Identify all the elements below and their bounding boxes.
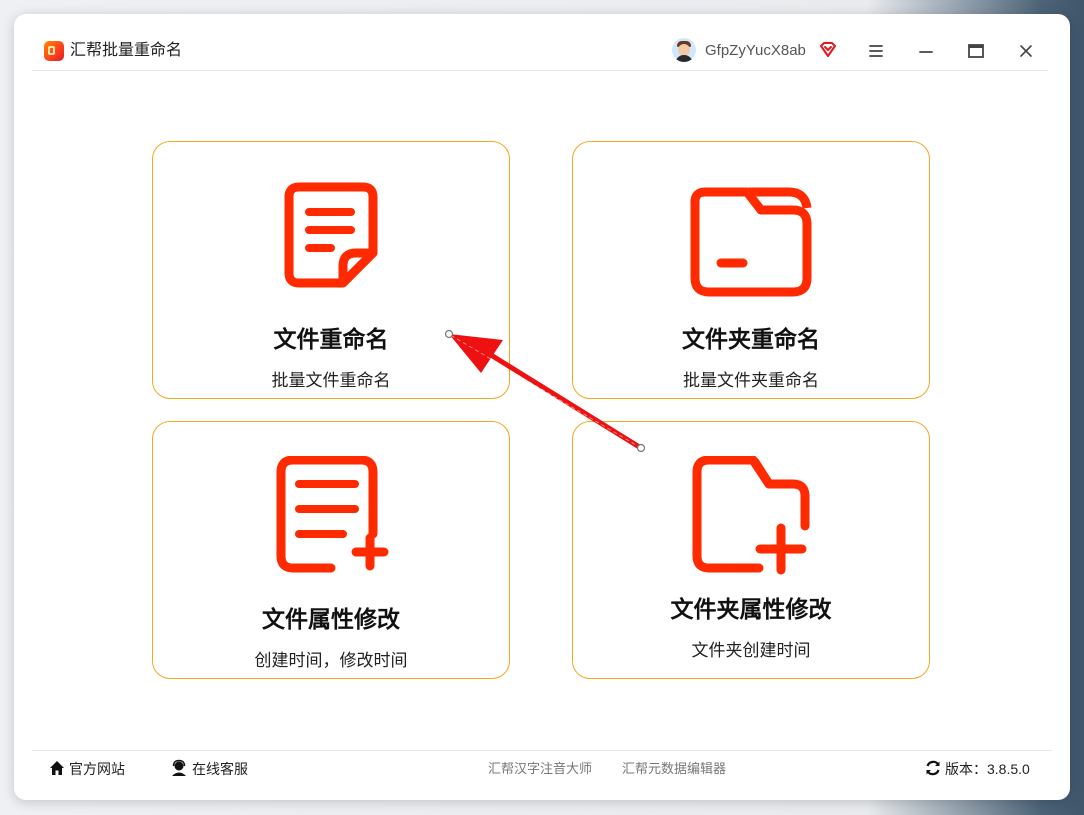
card-subtitle: 批量文件夹重命名 (683, 371, 819, 390)
maximize-icon[interactable] (963, 38, 989, 64)
card-subtitle: 文件夹创建时间 (691, 641, 811, 660)
app-title: 汇帮批量重命名 (70, 42, 183, 59)
file-document-icon (284, 182, 378, 288)
official-website-link[interactable]: 官方网站 (69, 760, 125, 778)
card-title: 文件夹重命名 (682, 326, 820, 352)
folder-icon (690, 187, 812, 297)
card-folder-attributes[interactable]: 文件夹属性修改 文件夹创建时间 (572, 421, 930, 679)
card-title: 文件属性修改 (262, 606, 400, 632)
vip-diamond-icon[interactable] (818, 40, 838, 60)
file-add-icon (276, 456, 389, 573)
online-support-link[interactable]: 在线客服 (192, 760, 248, 778)
title-bar: 汇帮批量重命名 GfpZyYucX8ab (14, 14, 1070, 71)
footer-link-pinyin[interactable]: 汇帮汉字注音大师 (488, 760, 592, 778)
card-title: 文件重命名 (273, 326, 389, 352)
user-avatar[interactable] (672, 38, 696, 62)
menu-icon[interactable] (863, 38, 889, 64)
title-divider (32, 70, 1048, 71)
home-icon[interactable] (48, 759, 66, 777)
folder-add-icon (692, 456, 810, 575)
card-title: 文件夹属性修改 (670, 596, 832, 622)
footer-divider (32, 750, 1052, 751)
app-window: 汇帮批量重命名 GfpZyYucX8ab 文件重命名 批量文件重命名 文件夹重命… (14, 14, 1070, 800)
card-subtitle: 批量文件重命名 (271, 371, 391, 390)
username[interactable]: GfpZyYucX8ab (705, 42, 806, 60)
close-icon[interactable] (1013, 38, 1039, 64)
refresh-icon[interactable] (924, 759, 942, 777)
card-folder-rename[interactable]: 文件夹重命名 批量文件夹重命名 (572, 141, 930, 399)
version-label: 版本：3.8.5.0 (945, 761, 1030, 777)
app-logo-icon (44, 41, 64, 61)
customer-service-icon[interactable] (170, 759, 188, 777)
card-subtitle: 创建时间，修改时间 (254, 651, 408, 670)
card-file-attributes[interactable]: 文件属性修改 创建时间，修改时间 (152, 421, 510, 679)
minimize-icon[interactable] (913, 38, 939, 64)
card-file-rename[interactable]: 文件重命名 批量文件重命名 (152, 141, 510, 399)
footer-link-metadata[interactable]: 汇帮元数据编辑器 (622, 760, 726, 778)
